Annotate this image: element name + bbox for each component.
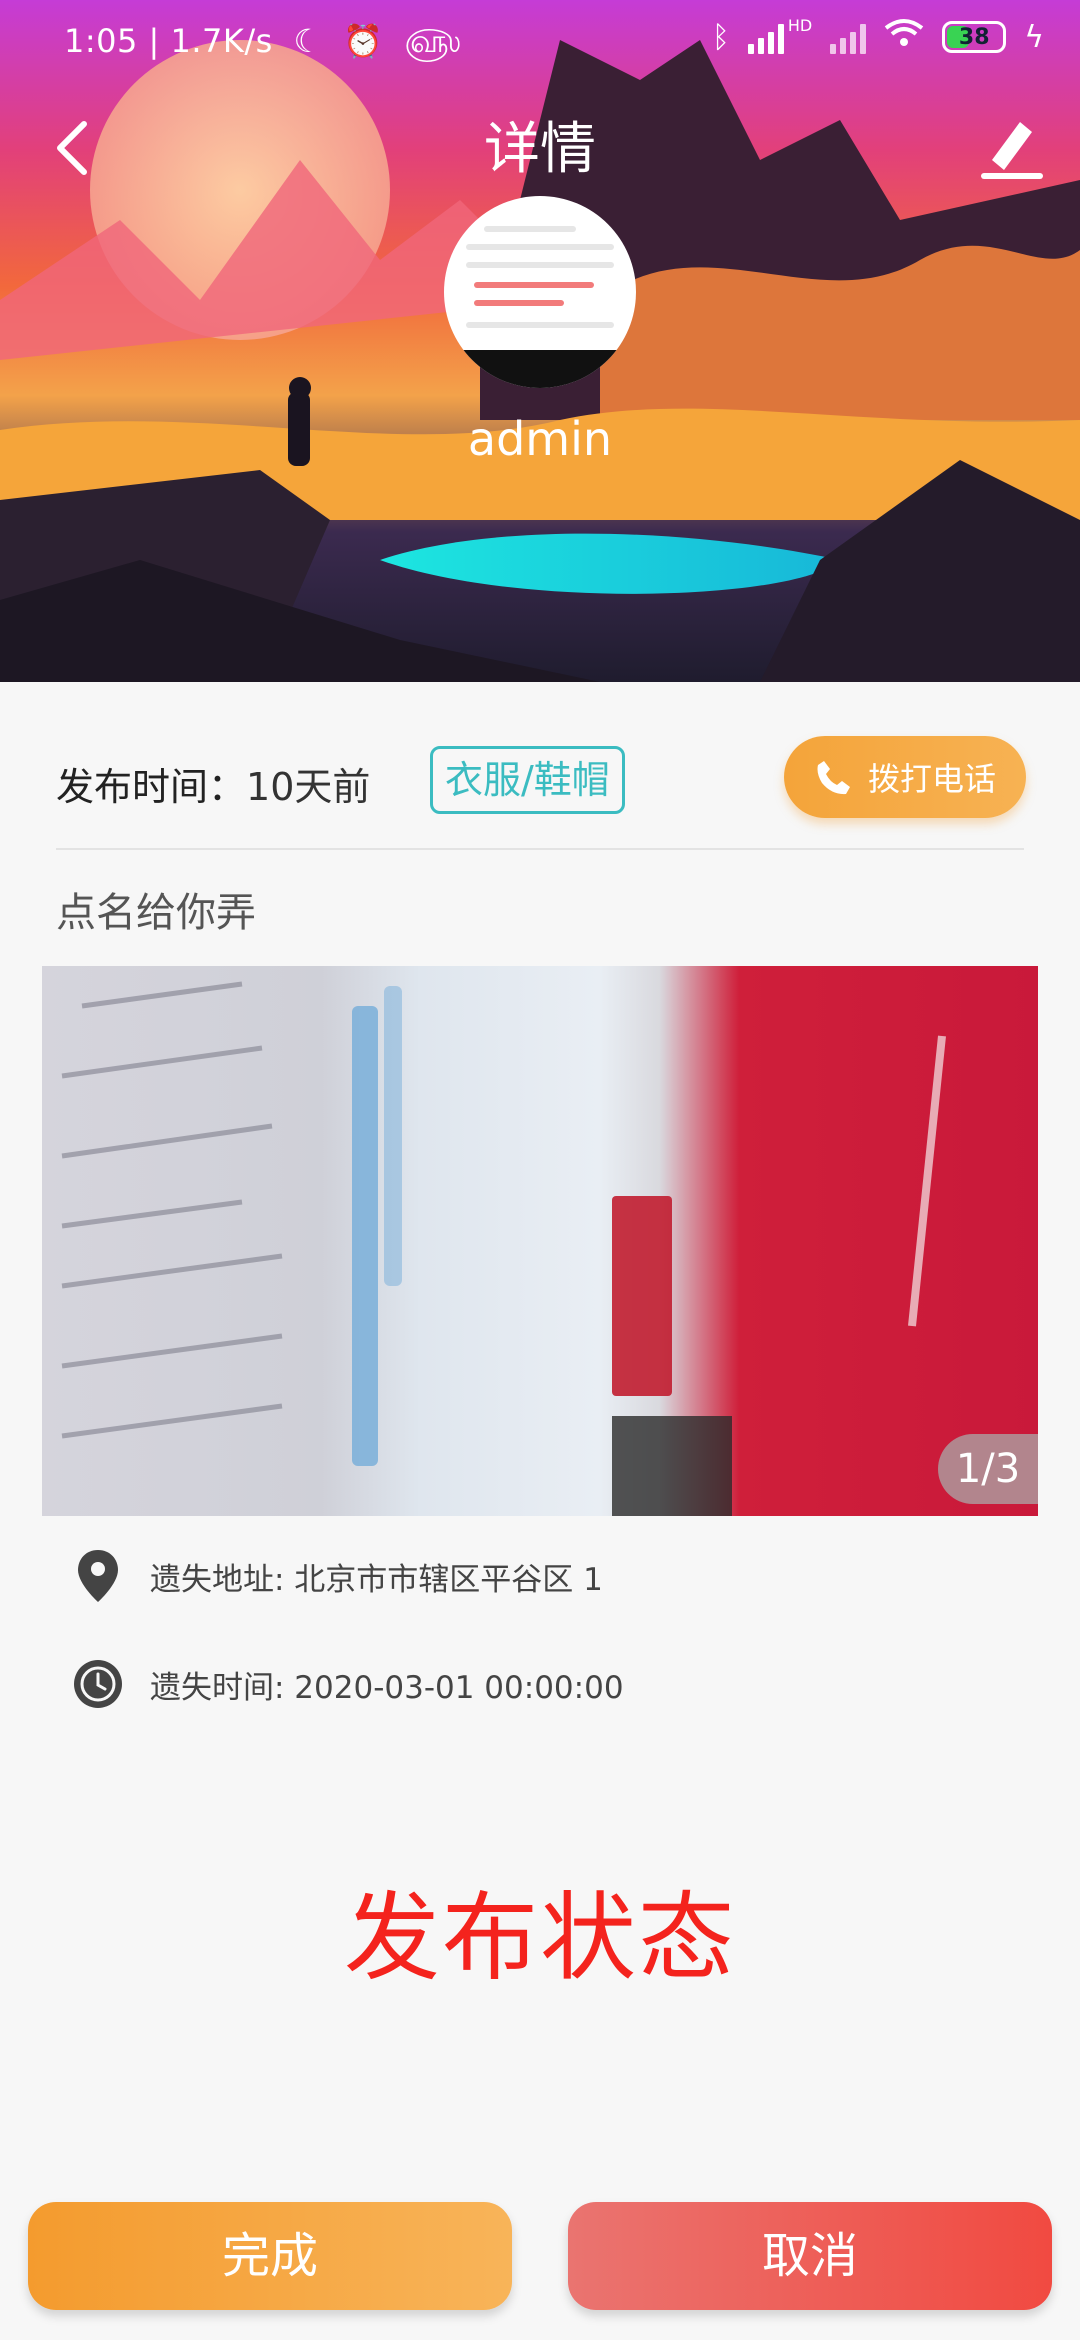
battery-level: 38: [958, 24, 990, 50]
edit-button[interactable]: [970, 108, 1050, 188]
lost-address-row: 遗失地址: 北京市市辖区平谷区 1: [72, 1546, 603, 1606]
category-tag: 衣服/鞋帽: [430, 746, 625, 814]
publish-time: 发布时间：10天前: [56, 756, 370, 811]
status-indicators: ᛒ HD 38 ϟ: [711, 15, 1044, 56]
page-title: 详情: [484, 117, 596, 182]
call-button[interactable]: 拨打电话: [784, 736, 1026, 818]
cancel-button[interactable]: 取消: [568, 2202, 1052, 2310]
publish-status-heading: 发布状态: [344, 1882, 736, 1994]
divider: [56, 848, 1024, 850]
done-button[interactable]: 完成: [28, 2202, 512, 2310]
bluetooth-icon: ᛒ: [711, 19, 730, 55]
edit-icon: [981, 122, 1043, 179]
call-button-label: 拨打电话: [867, 760, 996, 798]
charging-icon: ϟ: [1024, 19, 1044, 55]
lost-time-row: 遗失时间: 2020-03-01 00:00:00: [72, 1654, 624, 1714]
signal-icon: [747, 20, 784, 54]
status-bar: 1:05 | 1.7K/s ☾ ⏰ ௵ ᛒ HD 38 ϟ: [0, 0, 1080, 88]
wifi-icon: [884, 18, 924, 56]
alarm-icon: ⏰: [343, 22, 384, 60]
username: admin: [467, 412, 613, 466]
status-time-speed: 1:05 | 1.7K/s: [64, 22, 273, 60]
image-gallery[interactable]: 1/3: [42, 966, 1038, 1516]
location-pin-icon: [72, 1548, 124, 1604]
avatar: [444, 196, 636, 388]
battery-icon: 38: [942, 21, 1007, 53]
item-title: 点名给你弄: [56, 890, 256, 936]
network-badge: HD: [787, 15, 813, 35]
item-photo: [61, 981, 946, 1516]
app-icon: ௵: [404, 22, 462, 60]
publish-time-value: 10天前: [246, 765, 371, 809]
clock-icon: [72, 1656, 124, 1712]
publish-time-label: 发布时间：: [56, 765, 247, 809]
phone-icon: [817, 761, 850, 795]
status-time: 1:05 | 1.7K/s ☾ ⏰ ௵: [64, 22, 461, 64]
info-row: 发布时间：10天前 衣服/鞋帽 拨打电话: [56, 736, 1026, 826]
lost-address: 遗失地址: 北京市市辖区平谷区 1: [150, 1561, 603, 1598]
page-indicator: 1/3: [938, 1434, 1038, 1504]
header-banner: 1:05 | 1.7K/s ☾ ⏰ ௵ ᛒ HD 38 ϟ 详情 admin: [0, 0, 1080, 682]
signal-icon-2: [830, 20, 867, 54]
lost-time: 遗失时间: 2020-03-01 00:00:00: [150, 1669, 624, 1706]
moon-icon: ☾: [293, 22, 323, 60]
